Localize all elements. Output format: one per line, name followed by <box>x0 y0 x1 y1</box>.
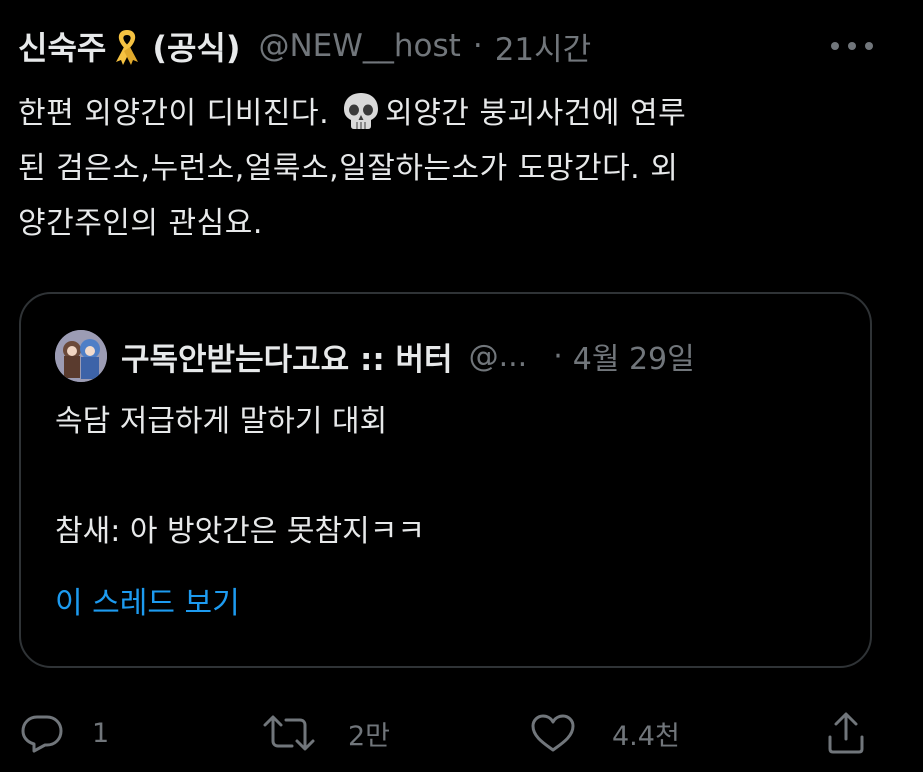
quoted-user-handle[interactable]: @... <box>469 339 528 374</box>
like-count: 4.4천 <box>612 720 680 752</box>
share-icon <box>826 711 866 755</box>
tweet-text-line: 한편 외양간이 디비진다. 외양간 붕괴사건에 연루 <box>18 86 888 141</box>
timestamp[interactable]: 21시간 <box>495 24 592 69</box>
tweet-text-line: 양간주인의 관심요. <box>18 206 263 241</box>
more-options-icon[interactable] <box>831 40 873 52</box>
tweet-header: 신숙주 (공식) @NEW__host · 21시간 <box>18 22 591 70</box>
more-dot <box>831 42 839 50</box>
tweet-text-segment: 외양간 붕괴사건에 연루 <box>385 96 687 131</box>
retweet-icon <box>262 713 316 753</box>
tweet: 신숙주 (공식) @NEW__host · 21시간 한편 외양간이 디비진다. <box>0 0 923 772</box>
more-dot <box>865 42 873 50</box>
quoted-tweet[interactable]: 구독안받는다고요 :: 버터 @... · 4월 29일 속담 저급하게 말하기… <box>19 292 872 668</box>
reply-icon <box>20 713 64 753</box>
tweet-text: 한편 외양간이 디비진다. 외양간 붕괴사건에 연루 된 검은소,누런소,얼룩소… <box>18 86 888 251</box>
like-button[interactable]: 4.4천 <box>530 700 680 766</box>
action-bar: 1 2만 4.4천 <box>0 700 923 766</box>
retweet-button[interactable]: 2만 <box>262 700 390 766</box>
tweet-text-line: 된 검은소,누런소,얼룩소,일잘하는소가 도망간다. 외 <box>18 151 679 186</box>
reply-count: 1 <box>92 717 110 749</box>
quoted-text-line <box>55 449 425 504</box>
heart-icon <box>530 713 576 753</box>
quoted-display-name[interactable]: 구독안받는다고요 :: 버터 <box>121 334 453 379</box>
skull-icon <box>341 91 381 131</box>
avatar[interactable] <box>55 330 107 382</box>
quoted-tweet-header: 구독안받는다고요 :: 버터 @... · 4월 29일 <box>55 330 695 382</box>
separator-dot: · <box>553 338 563 374</box>
more-dot <box>848 42 856 50</box>
quoted-text-line: 속담 저급하게 말하기 대회 <box>55 404 388 439</box>
reply-button[interactable]: 1 <box>20 700 109 766</box>
share-button[interactable] <box>826 700 866 766</box>
display-name[interactable]: 신숙주 <box>18 23 106 69</box>
user-handle[interactable]: @NEW__host <box>258 28 460 64</box>
quoted-text-line: 참새: 아 방앗간은 못참지ㅋㅋ <box>55 514 425 549</box>
display-name-suffix[interactable]: (공식) <box>152 23 240 69</box>
quoted-timestamp[interactable]: 4월 29일 <box>573 334 695 378</box>
show-thread-link[interactable]: 이 스레드 보기 <box>55 578 240 622</box>
retweet-count: 2만 <box>348 720 391 752</box>
quoted-tweet-text: 속담 저급하게 말하기 대회 참새: 아 방앗간은 못참지ㅋㅋ <box>55 394 425 559</box>
separator-dot: · <box>472 28 483 64</box>
yellow-ribbon-icon <box>112 26 142 66</box>
tweet-text-segment: 한편 외양간이 디비진다. <box>18 96 330 131</box>
